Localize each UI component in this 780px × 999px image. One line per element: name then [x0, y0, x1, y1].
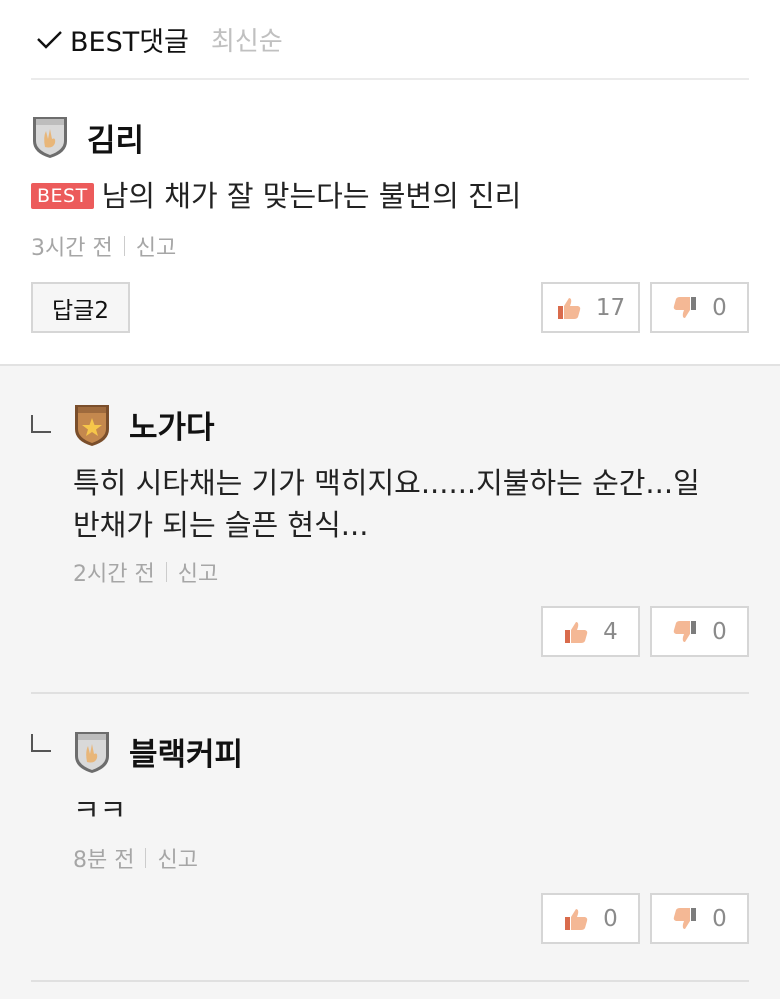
dislike-button[interactable]: 0: [650, 606, 749, 657]
like-count: 0: [603, 905, 618, 932]
dislike-count: 0: [712, 294, 727, 321]
meta-divider: [165, 562, 167, 582]
best-badge: BEST: [31, 183, 94, 209]
like-count: 4: [603, 618, 618, 645]
like-button[interactable]: 0: [541, 893, 640, 944]
sort-best-button[interactable]: BEST댓글: [34, 20, 189, 59]
checkmark-icon: [37, 31, 62, 49]
reply-item: 블랙커피 ㅋㅋ 8분 전 신고 0 0: [31, 694, 749, 982]
rookie-badge-icon: [33, 117, 67, 158]
like-button[interactable]: 17: [541, 282, 640, 333]
thumbs-up-icon: [565, 908, 588, 930]
sort-bar: BEST댓글 최신순: [31, 0, 749, 80]
report-link[interactable]: 신고: [157, 842, 197, 874]
thumbs-down-icon: [673, 907, 697, 929]
comment-text: 남의 채가 잘 맞는다는 불변의 진리: [101, 179, 522, 213]
reply-author[interactable]: 블랙커피: [129, 729, 243, 774]
reply-time: 8분 전: [73, 848, 135, 873]
senior-badge-icon: [75, 404, 109, 446]
thumbs-up-icon: [565, 621, 588, 643]
reply-arrow-icon: [31, 415, 51, 433]
like-button[interactable]: 4: [541, 606, 640, 657]
sort-best-label: BEST댓글: [70, 26, 189, 58]
reply-text-line: 특히 시타채는 기가 맥히지요......지불하는 순간...일: [73, 466, 700, 500]
reply-time: 2시간 전: [73, 562, 155, 587]
meta-divider: [145, 848, 147, 868]
rookie-badge-icon: [75, 731, 109, 773]
reply-text: ㅋㅋ: [73, 793, 127, 827]
comment-author[interactable]: 김리: [87, 115, 144, 160]
dislike-count: 0: [712, 905, 727, 932]
reply-author[interactable]: 노가다: [129, 402, 215, 447]
comment-time: 3시간 전: [31, 236, 113, 261]
thumbs-down-icon: [673, 620, 697, 642]
dislike-button[interactable]: 0: [650, 282, 749, 333]
sort-recent-button[interactable]: 최신순: [211, 21, 283, 58]
dislike-count: 0: [712, 618, 727, 645]
thumbs-down-icon: [673, 296, 697, 318]
reply-button[interactable]: 답글2: [31, 282, 130, 333]
report-link[interactable]: 신고: [178, 556, 218, 588]
report-link[interactable]: 신고: [136, 230, 176, 262]
reply-text-line: 반채가 되는 슬픈 현식...: [73, 508, 369, 542]
meta-divider: [123, 236, 125, 256]
reply-arrow-icon: [31, 734, 51, 752]
best-comment: 김리 BEST 남의 채가 잘 맞는다는 불변의 진리 3시간 전 신고 답글2…: [0, 80, 780, 366]
reply-item: 노가다 특히 시타채는 기가 맥히지요......지불하는 순간...일 반채가…: [31, 366, 749, 694]
dislike-button[interactable]: 0: [650, 893, 749, 944]
thumbs-up-icon: [557, 297, 581, 319]
comment-section: BEST댓글 최신순 김리 BEST 남의 채가 잘 맞는다는 불변의 진리 3…: [0, 0, 780, 366]
like-count: 17: [595, 294, 626, 321]
